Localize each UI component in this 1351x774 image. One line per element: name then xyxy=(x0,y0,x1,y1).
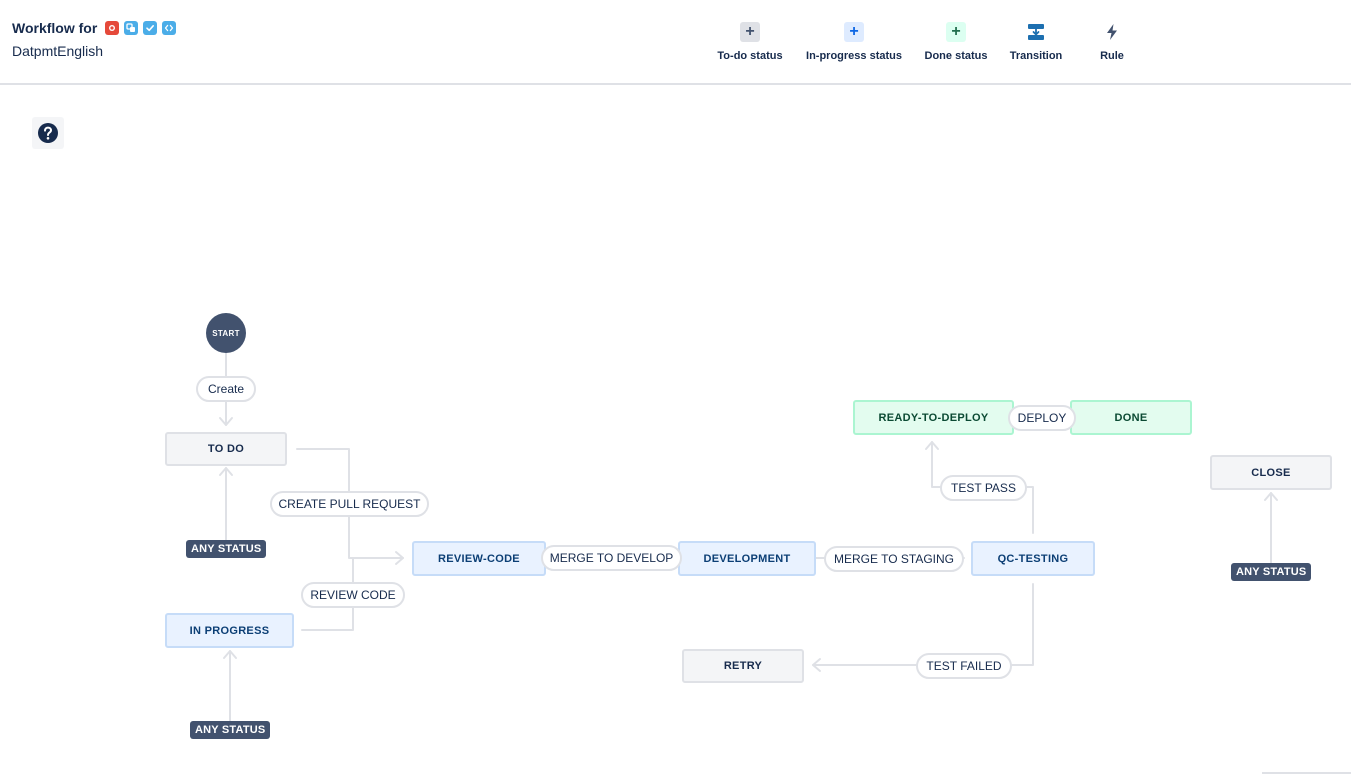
status-done[interactable]: DONE xyxy=(1070,400,1192,435)
transition-test-pass[interactable]: TEST PASS xyxy=(940,475,1027,501)
status-qc-testing[interactable]: QC-TESTING xyxy=(971,541,1095,576)
transition-create[interactable]: Create xyxy=(196,376,256,402)
transition-merge-to-develop[interactable]: MERGE TO DEVELOP xyxy=(541,545,682,571)
transition-deploy[interactable]: DEPLOY xyxy=(1008,405,1076,431)
any-status-badge-in-progress[interactable]: ANY STATUS xyxy=(190,721,271,739)
status-todo[interactable]: TO DO xyxy=(165,432,287,466)
start-node: START xyxy=(206,313,246,353)
status-ready-to-deploy[interactable]: READY-TO-DEPLOY xyxy=(853,400,1014,435)
status-development[interactable]: DEVELOPMENT xyxy=(678,541,816,576)
status-in-progress[interactable]: IN PROGRESS xyxy=(165,613,294,648)
transition-create-pull-request[interactable]: CREATE PULL REQUEST xyxy=(270,491,429,517)
transition-merge-to-staging[interactable]: MERGE TO STAGING xyxy=(824,546,964,572)
transition-review-code[interactable]: REVIEW CODE xyxy=(301,582,405,608)
any-status-badge-close[interactable]: ANY STATUS xyxy=(1231,563,1312,581)
transition-test-failed[interactable]: TEST FAILED xyxy=(916,653,1012,679)
any-status-badge-todo[interactable]: ANY STATUS xyxy=(186,540,267,558)
status-review-code[interactable]: REVIEW-CODE xyxy=(412,541,546,576)
status-retry[interactable]: RETRY xyxy=(682,649,804,683)
status-close[interactable]: CLOSE xyxy=(1210,455,1332,490)
